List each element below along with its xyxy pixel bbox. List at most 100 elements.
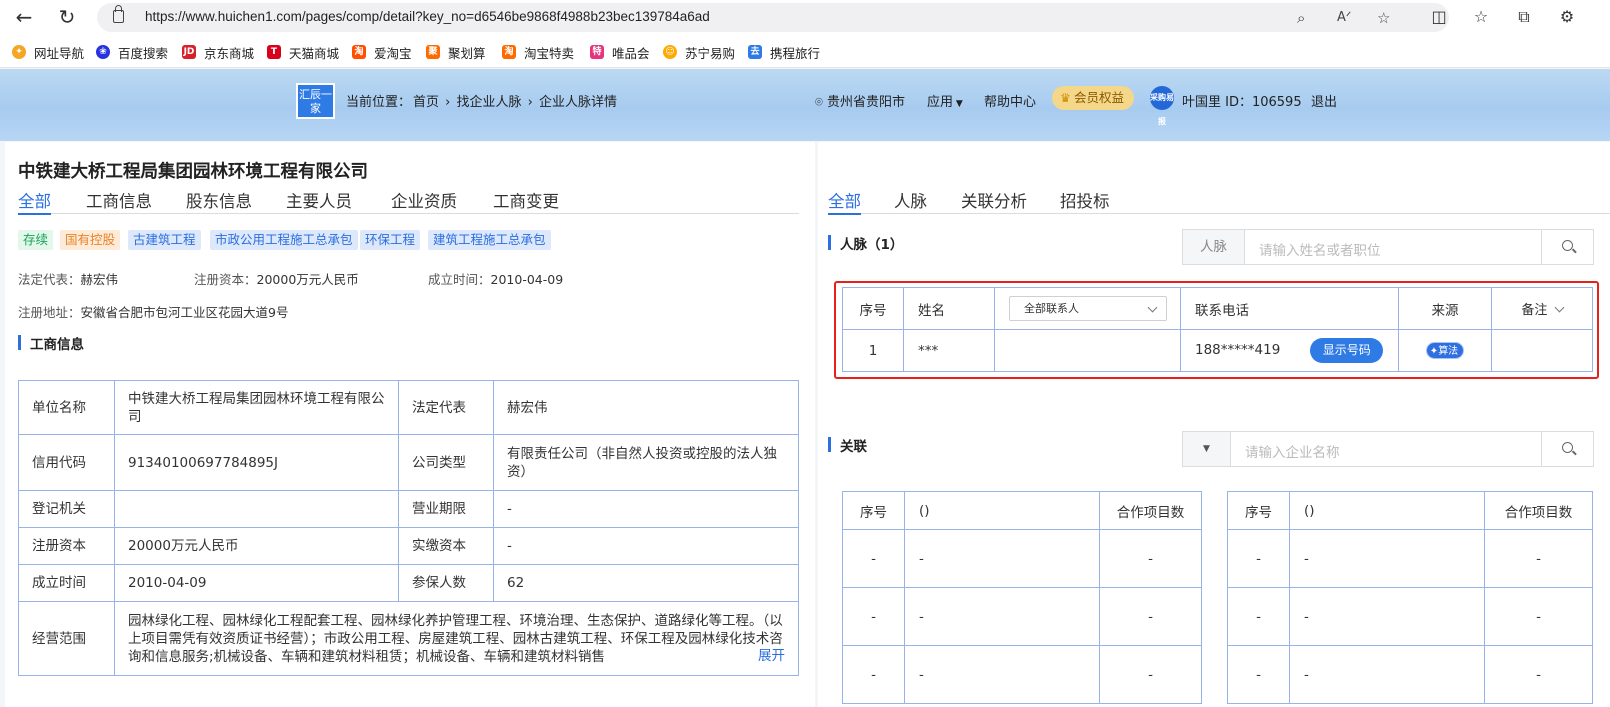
vip-bookmark-icon: 特 bbox=[590, 45, 604, 59]
tab-bidding[interactable]: 招投标 bbox=[1060, 188, 1110, 212]
breadcrumb-separator: › bbox=[441, 95, 455, 110]
browser-toolbar: ← ↻ https://www.huichen1.com/pages/comp/… bbox=[0, 0, 1610, 34]
apps-menu[interactable]: 应用 ▼ bbox=[927, 91, 963, 110]
business-scope-text: 园林绿化工程、园林绿化工程配套工程、园林绿化养护管理工程、环境治理、生态保护、道… bbox=[128, 612, 783, 665]
tab-all[interactable]: 全部 bbox=[18, 188, 51, 215]
location-selector[interactable]: ⌾ 贵州省贵阳市 bbox=[815, 91, 905, 110]
business-info-title: 工商信息 bbox=[18, 333, 84, 353]
table-row: --- bbox=[1227, 645, 1593, 704]
reg-capital-summary: 注册资本：20000万元人民币 bbox=[194, 272, 359, 287]
help-center-link[interactable]: 帮助中心 bbox=[984, 91, 1036, 110]
bookmark-item[interactable]: 特唯品会 bbox=[590, 43, 650, 61]
site-header: 汇辰一家 当前位置： 首页 › 找企业人脉 › 企业人脉详情 ⌾ 贵州省贵阳市 应… bbox=[0, 69, 1610, 141]
tab-relation-analysis[interactable]: 关联分析 bbox=[961, 188, 1027, 212]
table-row: --- bbox=[842, 587, 1202, 646]
bookmark-item[interactable]: 淘淘宝特卖 bbox=[502, 43, 574, 61]
business-info-table: 单位名称 中铁建大桥工程局集团园林环境工程有限公司 法定代表 赫宏伟 信用代码 … bbox=[18, 380, 799, 676]
tab-changes[interactable]: 工商变更 bbox=[493, 188, 559, 212]
user-info: 叶国里 ID：106595 bbox=[1182, 95, 1302, 110]
search-type-label[interactable]: 人脉 bbox=[1183, 230, 1245, 264]
caret-down-icon: ▼ bbox=[953, 99, 963, 109]
bookmark-item[interactable]: ❀ 百度搜索 bbox=[96, 43, 168, 61]
collections-icon[interactable]: ⧉ bbox=[1512, 5, 1536, 29]
company-name: 中铁建大桥工程局集团园林环境工程有限公司 bbox=[18, 162, 368, 182]
table-row: 注册资本 20000万元人民币 实缴资本 - bbox=[18, 527, 799, 565]
favorites-list-icon[interactable]: ☆ bbox=[1469, 5, 1493, 29]
search-icon bbox=[1562, 240, 1573, 251]
extensions-icon[interactable]: ⚙ bbox=[1555, 5, 1579, 29]
address-summary: 注册地址：安徽省合肥市包河工业区花园大道9号 bbox=[18, 305, 289, 320]
table-row: 成立时间 2010-04-09 参保人数 62 bbox=[18, 564, 799, 602]
legal-rep-summary: 法定代表：赫宏伟 bbox=[18, 272, 119, 287]
ctrip-bookmark-icon: 去 bbox=[748, 45, 762, 59]
company-tabs: 全部 工商信息 股东信息 主要人员 企业资质 工商变更 bbox=[18, 184, 799, 215]
contacts-search: 人脉 请输入姓名或者职位 bbox=[1182, 229, 1594, 265]
search-input[interactable]: 请输入姓名或者职位 bbox=[1259, 239, 1381, 259]
avatar[interactable]: 采购易报 bbox=[1150, 86, 1174, 126]
bookmark-item[interactable]: T 天猫商城 bbox=[267, 43, 339, 61]
tab-shareholders[interactable]: 股东信息 bbox=[186, 188, 252, 212]
ownership-tag: 国有控股 bbox=[60, 230, 121, 250]
location-pin-icon: ⌾ bbox=[815, 95, 827, 110]
tab-qualifications[interactable]: 企业资质 bbox=[391, 188, 457, 212]
search-button[interactable] bbox=[1541, 230, 1593, 264]
address-bar[interactable]: https://www.huichen1.com/pages/comp/deta… bbox=[97, 3, 1449, 32]
qualification-tag: 市政公用工程施工总承包 bbox=[210, 230, 358, 250]
search-button[interactable] bbox=[1541, 432, 1593, 466]
search-input[interactable]: 请输入企业名称 bbox=[1245, 441, 1340, 461]
url-text[interactable]: https://www.huichen1.com/pages/comp/deta… bbox=[145, 9, 710, 24]
zoom-icon[interactable]: ⌕ bbox=[1297, 9, 1305, 27]
table-row: 信用代码 91340100697784895J 公司类型 有限责任公司（非自然人… bbox=[18, 434, 799, 491]
highlight-box bbox=[834, 281, 1599, 379]
paw-bookmark-icon: ❀ bbox=[96, 45, 110, 59]
jd-bookmark-icon: JD bbox=[182, 45, 196, 59]
qualification-tag: 古建筑工程 bbox=[128, 230, 201, 250]
bookmark-item[interactable]: 淘爱淘宝 bbox=[352, 43, 412, 61]
table-row: --- bbox=[842, 529, 1202, 588]
juhuasuan-bookmark-icon: 聚 bbox=[426, 45, 440, 59]
relations-section-title: 关联 bbox=[828, 435, 867, 455]
bookmark-item[interactable]: 去携程旅行 bbox=[748, 43, 820, 61]
tab-key-personnel[interactable]: 主要人员 bbox=[286, 188, 352, 212]
table-header-row: 序号 () 合作项目数 bbox=[1227, 491, 1593, 530]
established-summary: 成立时间：2010-04-09 bbox=[428, 272, 564, 287]
breadcrumb-current: 企业人脉详情 bbox=[538, 95, 617, 110]
bookmark-item[interactable]: ☺ 苏宁易购 bbox=[663, 43, 735, 61]
bookmark-item[interactable]: JD 京东商城 bbox=[182, 43, 254, 61]
expand-link[interactable]: 展开 bbox=[738, 647, 785, 665]
vip-benefits-button[interactable]: 会员权益 bbox=[1052, 86, 1134, 110]
table-header-row: 序号 () 合作项目数 bbox=[842, 491, 1202, 530]
back-arrow-icon[interactable]: ← bbox=[12, 5, 36, 29]
relations-table-right: 序号 () 合作项目数 --- --- --- bbox=[1227, 491, 1593, 704]
tmall-bookmark-icon: T bbox=[267, 45, 281, 59]
breadcrumb: 当前位置： 首页 › 找企业人脉 › 企业人脉详情 bbox=[346, 95, 617, 110]
favorite-star-icon[interactable]: ☆ bbox=[1377, 9, 1390, 27]
globe-bookmark-icon: ✦ bbox=[12, 45, 26, 59]
bookmarks-bar: ✦ 网址导航 ❀ 百度搜索 JD 京东商城 T 天猫商城 淘爱淘宝 聚聚划算 淘淘宝特卖… bbox=[0, 34, 1610, 68]
taobao-bookmark-icon: 淘 bbox=[352, 45, 366, 59]
bookmark-item[interactable]: 聚聚划算 bbox=[426, 43, 486, 61]
taobao-sale-bookmark-icon: 淘 bbox=[502, 45, 516, 59]
company-detail-panel: 中铁建大桥工程局集团园林环境工程有限公司 全部 工商信息 股东信息 主要人员 企… bbox=[5, 142, 815, 707]
read-aloud-icon[interactable]: Aᐟ bbox=[1337, 10, 1351, 25]
search-type-dropdown[interactable]: ▼ bbox=[1183, 432, 1231, 466]
table-row: --- bbox=[842, 645, 1202, 704]
lock-icon bbox=[113, 5, 124, 23]
relations-table-left: 序号 () 合作项目数 --- --- --- bbox=[842, 491, 1202, 704]
contact-tabs: 全部 人脉 关联分析 招投标 bbox=[828, 184, 1610, 215]
table-row: --- bbox=[1227, 587, 1593, 646]
refresh-icon[interactable]: ↻ bbox=[55, 5, 79, 29]
tab-contacts[interactable]: 人脉 bbox=[894, 188, 927, 212]
status-badge: 存续 bbox=[18, 230, 54, 250]
tab-all[interactable]: 全部 bbox=[828, 188, 861, 215]
tab-business-info[interactable]: 工商信息 bbox=[86, 188, 152, 212]
logout-link[interactable]: 退出 bbox=[1311, 91, 1337, 110]
bookmark-item[interactable]: ✦ 网址导航 bbox=[12, 43, 84, 61]
table-row: 经营范围 园林绿化工程、园林绿化工程配套工程、园林绿化养护管理工程、环境治理、生… bbox=[18, 601, 799, 676]
site-logo[interactable]: 汇辰一家 bbox=[296, 83, 335, 119]
split-screen-icon[interactable]: ◫ bbox=[1427, 5, 1451, 29]
breadcrumb-separator: › bbox=[523, 95, 537, 110]
breadcrumb-home[interactable]: 首页 bbox=[413, 95, 439, 110]
qualification-tag: 建筑工程施工总承包 bbox=[428, 230, 551, 250]
breadcrumb-find[interactable]: 找企业人脉 bbox=[457, 95, 522, 110]
